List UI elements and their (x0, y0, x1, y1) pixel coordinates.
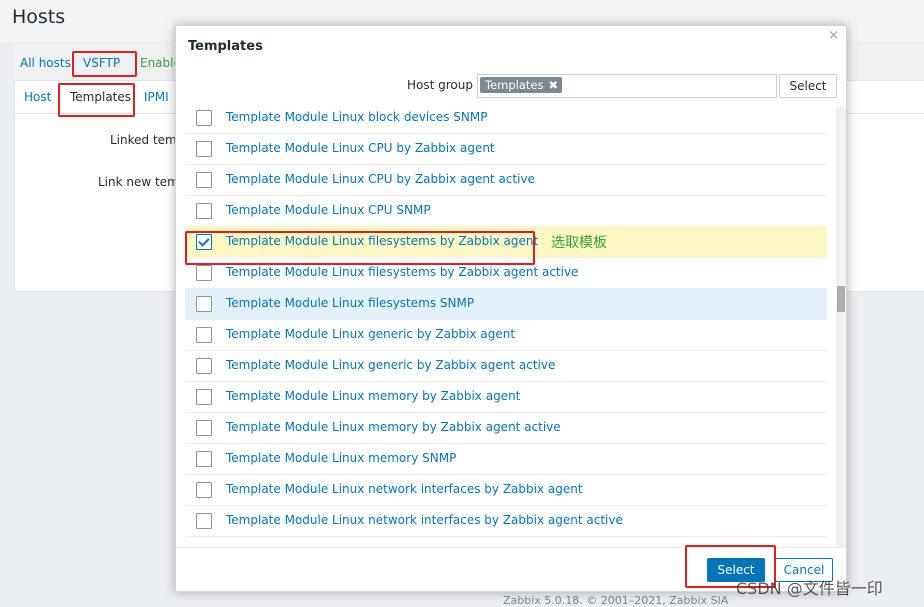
template-row[interactable]: Template Module Linux memory by Zabbix a… (185, 412, 827, 444)
template-checkbox[interactable] (196, 203, 212, 219)
template-link[interactable]: Template Module Linux generic by Zabbix … (226, 358, 555, 372)
list-scrollbar[interactable] (836, 107, 846, 547)
template-row[interactable]: Template Module Linux generic by Zabbix … (185, 350, 827, 382)
template-checkbox[interactable] (196, 141, 212, 157)
template-link[interactable]: Template Module Linux CPU by Zabbix agen… (226, 172, 535, 186)
template-checkbox-checked[interactable] (196, 234, 212, 250)
tab-host[interactable]: Host (24, 90, 51, 104)
link-new-templates-label: Link new temp (98, 175, 187, 189)
watermark: CSDN @文件皆一印 (736, 579, 883, 598)
template-list: Template Module Linux block devices SNMP… (185, 107, 827, 547)
linked-templates-label: Linked temp (110, 133, 185, 147)
template-checkbox[interactable] (196, 327, 212, 343)
page-title: Hosts (12, 6, 66, 28)
tab-templates[interactable]: Templates (70, 90, 131, 104)
template-row[interactable]: Template Module Linux block devices SNMP (185, 107, 827, 134)
template-link[interactable]: Template Module Linux memory SNMP (226, 451, 456, 465)
template-link[interactable]: Template Module Linux network interfaces… (226, 513, 623, 527)
template-checkbox[interactable] (196, 389, 212, 405)
host-group-multiselect[interactable]: Templates ✖ (477, 74, 777, 98)
host-group-chip: Templates ✖ (480, 77, 563, 93)
template-row[interactable]: Template Module Linux network interfaces… (185, 505, 827, 537)
template-checkbox[interactable] (196, 358, 212, 374)
template-link[interactable]: Template Module Linux memory by Zabbix a… (226, 420, 561, 434)
breadcrumb-host-vsftp[interactable]: VSFTP (83, 56, 120, 70)
close-icon[interactable]: × (828, 28, 839, 43)
breadcrumb-all-hosts[interactable]: All hosts (20, 56, 71, 70)
template-checkbox[interactable] (196, 513, 212, 529)
template-link[interactable]: Template Module Linux filesystems by Zab… (226, 265, 578, 279)
dialog-title: Templates (188, 39, 263, 54)
template-link[interactable]: Template Module Linux CPU SNMP (226, 203, 431, 217)
template-row[interactable]: Template Module Linux generic by Zabbix … (185, 319, 827, 351)
template-checkbox[interactable] (196, 110, 212, 126)
template-row[interactable]: Template Module Linux CPU by Zabbix agen… (185, 164, 827, 196)
template-checkbox[interactable] (196, 482, 212, 498)
template-row[interactable]: Template Module Linux network interfaces… (185, 474, 827, 506)
template-link[interactable]: Template Module Linux filesystems SNMP (226, 296, 474, 310)
host-group-label: Host group (407, 78, 473, 92)
template-checkbox[interactable] (196, 451, 212, 467)
tab-ipmi[interactable]: IPMI (144, 90, 169, 104)
template-row[interactable]: Template Module Linux CPU SNMP (185, 195, 827, 227)
template-row[interactable]: Template Module Linux memory SNMP (185, 443, 827, 475)
template-row[interactable]: Template Module Linux CPU by Zabbix agen… (185, 133, 827, 165)
template-link[interactable]: Template Module Linux memory by Zabbix a… (226, 389, 520, 403)
host-group-chip-label: Templates (485, 78, 544, 92)
template-row[interactable]: Template Module Linux memory by Zabbix a… (185, 381, 827, 413)
scrollbar-thumb[interactable] (837, 286, 845, 312)
page-footer: Zabbix 5.0.18. © 2001–2021, Zabbix SIA (503, 594, 729, 607)
remove-chip-icon[interactable]: ✖ (548, 78, 558, 92)
template-checkbox[interactable] (196, 265, 212, 281)
templates-dialog: Templates × Host group Templates ✖ Select… (175, 25, 847, 592)
template-link[interactable]: Template Module Linux CPU by Zabbix agen… (226, 141, 495, 155)
template-checkbox[interactable] (196, 420, 212, 436)
template-row-selected[interactable]: Template Module Linux filesystems by Zab… (185, 226, 827, 258)
template-link[interactable]: Template Module Linux filesystems by Zab… (226, 234, 538, 248)
template-link[interactable]: Template Module Linux generic by Zabbix … (226, 327, 515, 341)
host-group-select-button[interactable]: Select (779, 74, 837, 98)
template-checkbox[interactable] (196, 172, 212, 188)
template-row-hovered[interactable]: Template Module Linux filesystems SNMP (185, 288, 827, 320)
template-link[interactable]: Template Module Linux block devices SNMP (226, 110, 488, 124)
template-checkbox[interactable] (196, 296, 212, 312)
template-row[interactable]: Template Module Linux filesystems by Zab… (185, 257, 827, 289)
annotation-text: 选取模板 (551, 235, 607, 251)
template-link[interactable]: Template Module Linux network interfaces… (226, 482, 583, 496)
